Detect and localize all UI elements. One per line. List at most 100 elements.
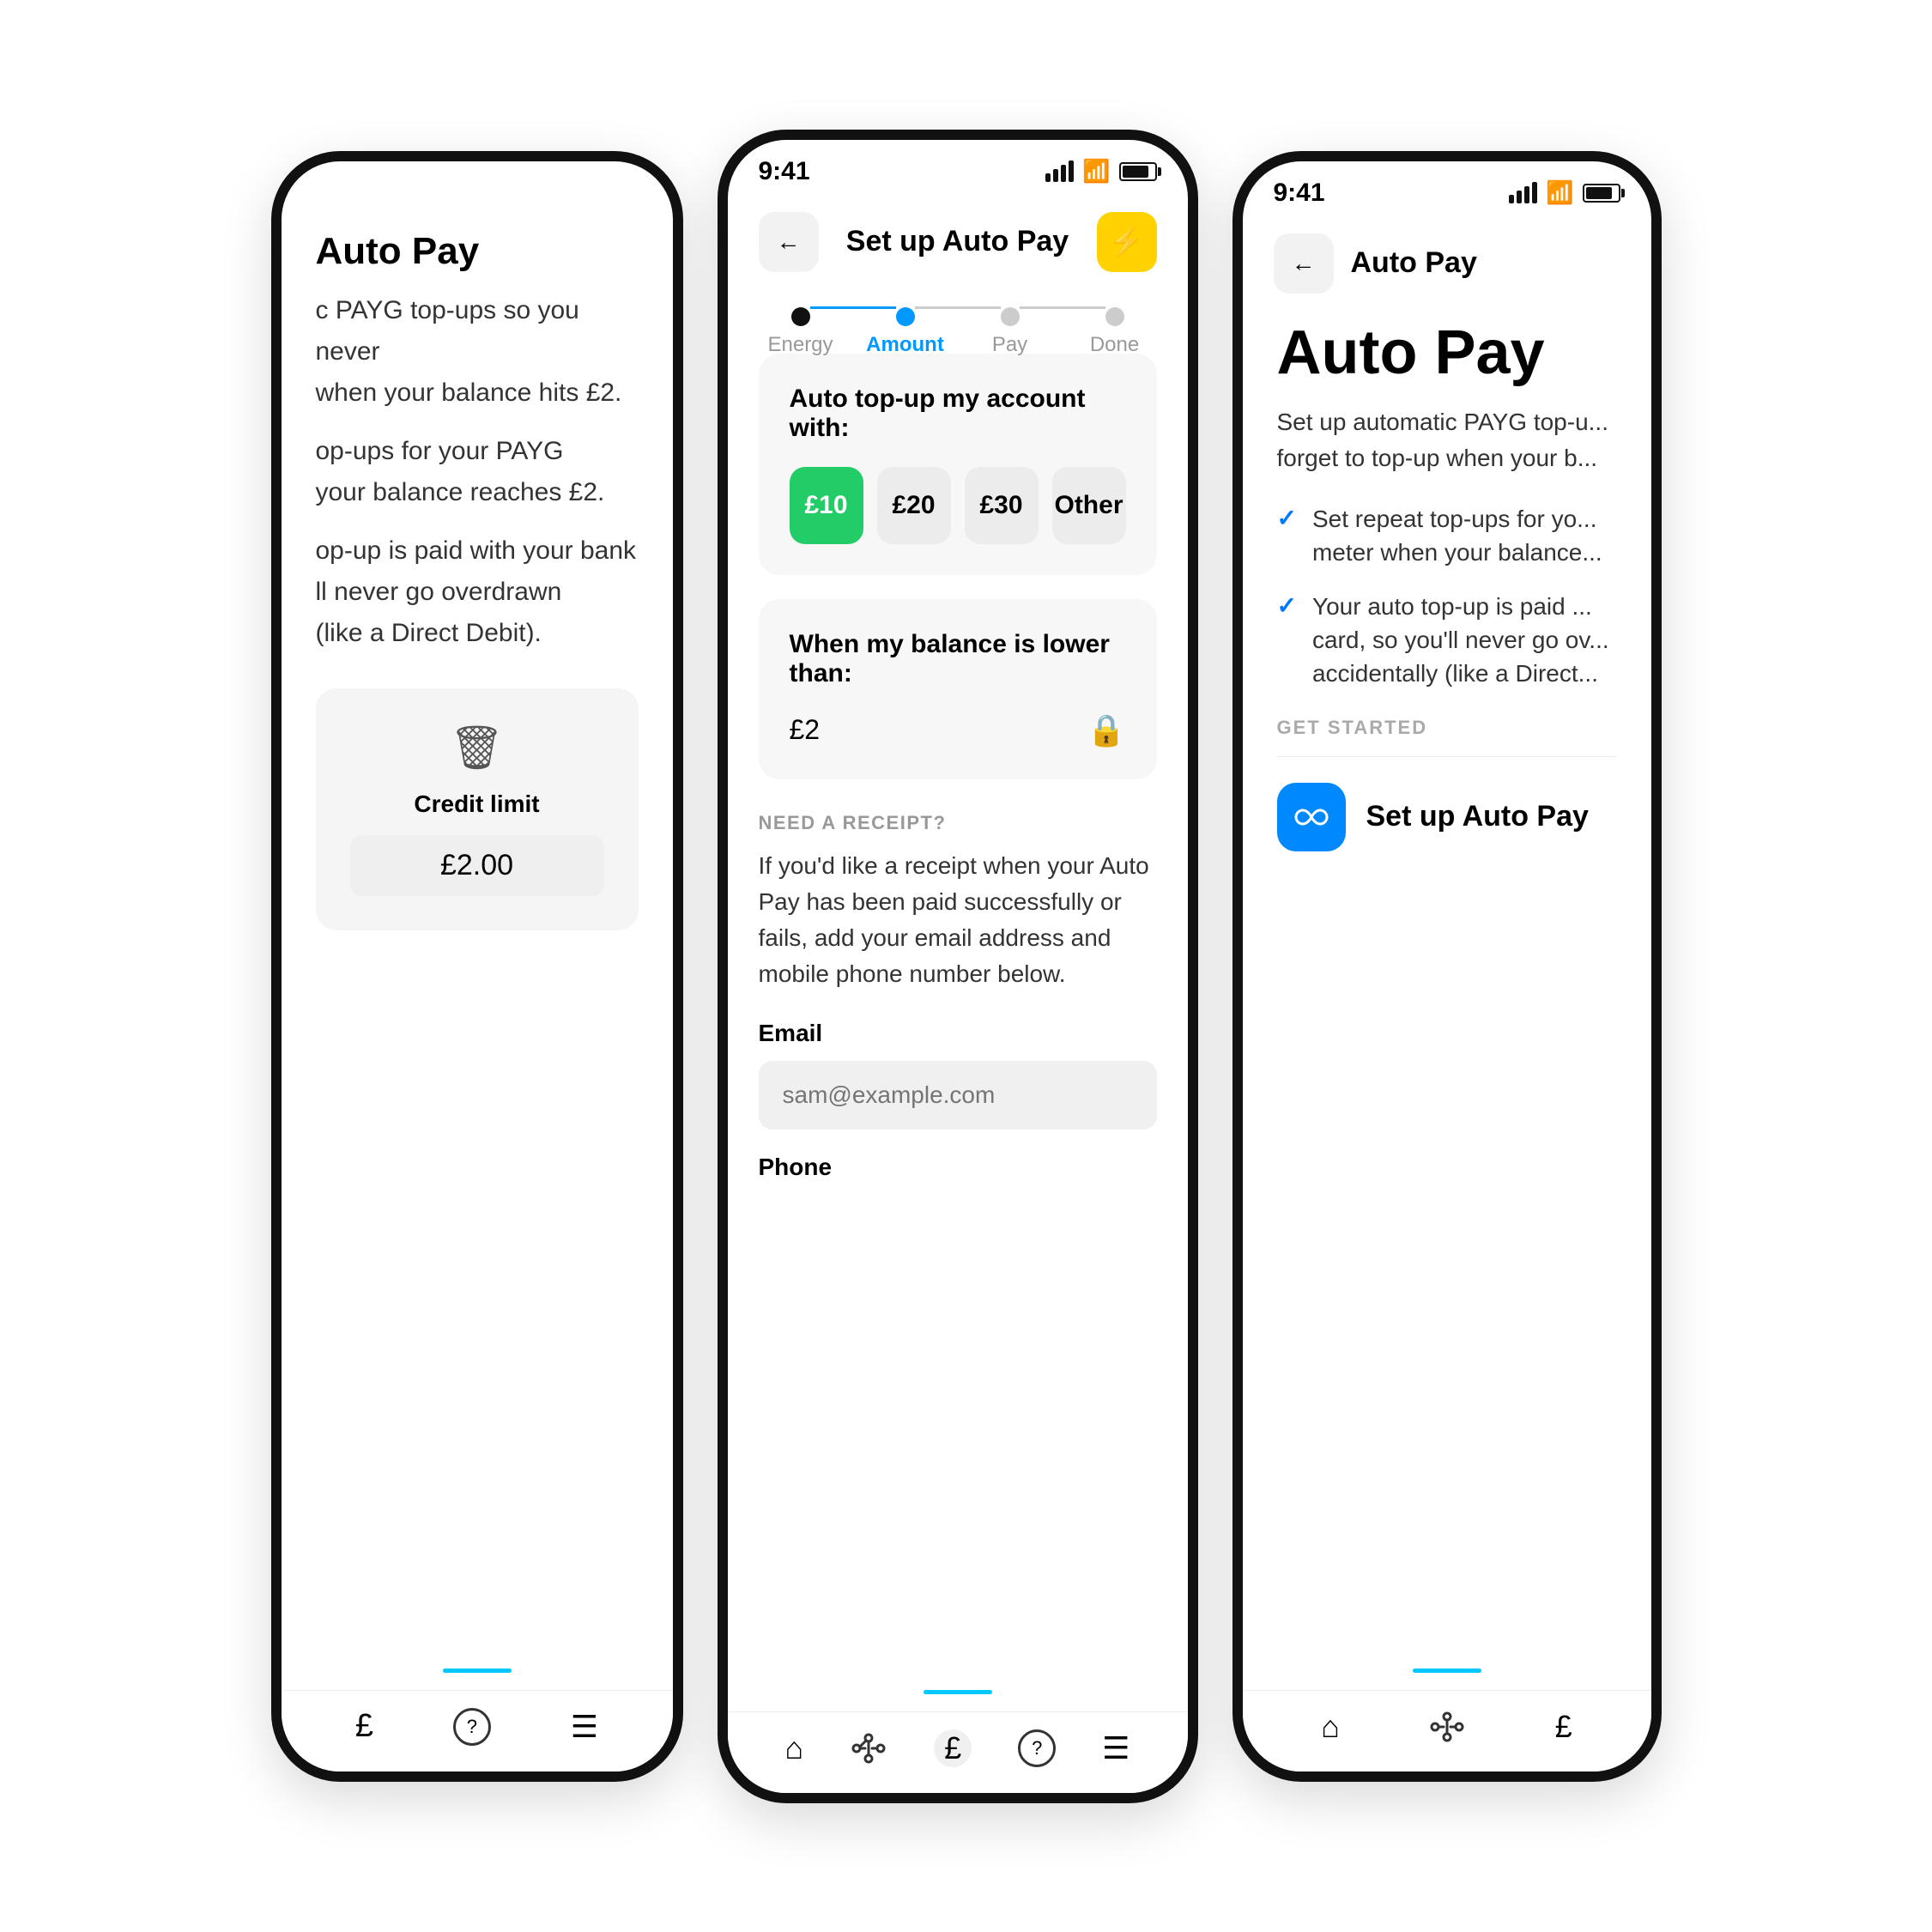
back-button[interactable]: ←: [759, 212, 819, 272]
nav-item-help[interactable]: ?: [453, 1708, 491, 1746]
pound-icon: £: [355, 1708, 373, 1745]
step-dot-done: [1105, 307, 1124, 326]
bottom-nav-right: ⌂ £: [1243, 1690, 1651, 1772]
question-icon: ?: [1018, 1729, 1056, 1767]
check-item-2: ✓ Your auto top-up is paid ...card, so y…: [1277, 590, 1617, 691]
nav-item-menu[interactable]: ☰: [571, 1709, 598, 1745]
amount-other-button[interactable]: Other: [1052, 467, 1126, 544]
setup-autopay-button[interactable]: Set up Auto Pay: [1243, 783, 1651, 851]
amount-10-button[interactable]: £10: [790, 467, 863, 544]
pound-icon-right: £: [1555, 1709, 1572, 1745]
nav-indicator: [924, 1690, 992, 1694]
page-title-right: Auto Pay: [1351, 246, 1477, 280]
network-icon-right: [1428, 1708, 1466, 1746]
email-label: Email: [759, 1020, 1157, 1047]
amount-buttons: £10 £20 £30 Other: [790, 467, 1126, 544]
back-arrow-icon: ←: [777, 228, 801, 256]
back-button-right[interactable]: ←: [1274, 233, 1334, 294]
center-phone: 9:41 📶 ← Set up Auto Pay ⚡: [718, 130, 1198, 1803]
trash-icon: 🗑: [450, 723, 504, 773]
menu-icon: ☰: [1102, 1730, 1130, 1766]
progress-steps: Energy Amount Pay Done: [728, 289, 1188, 354]
status-bar: 9:41 📶: [728, 140, 1188, 195]
signal-icon-right: [1509, 182, 1537, 203]
step-label-done: Done: [1090, 333, 1139, 357]
step-dot-amount: [896, 307, 915, 326]
topup-title: Auto top-up my account with:: [790, 385, 1126, 443]
time: 9:41: [759, 157, 810, 186]
topup-card: Auto top-up my account with: £10 £20 £30…: [759, 354, 1157, 575]
nav-indicator: [443, 1669, 512, 1673]
step-dot-pay: [1001, 307, 1020, 326]
wifi-icon-right: 📶: [1546, 179, 1573, 206]
left-phone: Auto Pay c PAYG top-ups so you neverwhen…: [271, 151, 683, 1782]
setup-btn-label: Set up Auto Pay: [1366, 800, 1589, 833]
phone-label: Phone: [759, 1154, 1157, 1181]
nav-item-network[interactable]: [850, 1729, 887, 1767]
status-icons-right: 📶: [1509, 179, 1620, 206]
step-line-3: [1020, 306, 1105, 309]
time-right: 9:41: [1274, 179, 1325, 208]
back-arrow-icon-right: ←: [1292, 250, 1316, 277]
step-amount: Amount: [896, 307, 915, 326]
left-desc-1: c PAYG top-ups so you neverwhen your bal…: [282, 290, 673, 414]
step-dot-energy: [791, 307, 810, 326]
balance-card: When my balance is lower than: £2 🔒: [759, 599, 1157, 779]
left-page-title: Auto Pay: [282, 213, 673, 290]
nav-item-help[interactable]: ?: [1018, 1729, 1056, 1767]
nav-item-network-right[interactable]: [1428, 1708, 1466, 1746]
right-main-title: Auto Pay: [1243, 311, 1651, 404]
credit-limit-label: Credit limit: [414, 790, 539, 818]
checkmark-1: ✓: [1277, 504, 1297, 569]
nav-item-pound[interactable]: £: [934, 1729, 972, 1767]
main-content: Auto top-up my account with: £10 £20 £30…: [728, 354, 1188, 1203]
home-icon-right: ⌂: [1321, 1709, 1340, 1745]
nav-header: ← Set up Auto Pay ⚡: [728, 195, 1188, 289]
nav-item-home[interactable]: ⌂: [784, 1730, 803, 1766]
receipt-label: NEED A RECEIPT?: [759, 812, 1157, 834]
receipt-desc: If you'd like a receipt when your Auto P…: [759, 848, 1157, 992]
receipt-section: NEED A RECEIPT? If you'd like a receipt …: [759, 803, 1157, 1203]
infinity-icon: [1277, 783, 1346, 851]
amount-30-button[interactable]: £30: [965, 467, 1039, 544]
step-line-2: [915, 306, 1001, 309]
step-label-energy: Energy: [767, 333, 833, 357]
check-text-1: Set repeat top-ups for yo...meter when y…: [1312, 502, 1602, 569]
question-icon: ?: [453, 1708, 491, 1746]
lightning-icon: ⚡: [1108, 225, 1144, 259]
right-description: Set up automatic PAYG top-u...forget to …: [1243, 404, 1651, 476]
check-item-1: ✓ Set repeat top-ups for yo...meter when…: [1277, 502, 1617, 569]
step-pay: Pay: [1001, 307, 1020, 326]
step-label-amount: Amount: [866, 333, 944, 357]
nav-indicator-right: [1413, 1669, 1481, 1673]
bottom-nav: £ ? ☰: [282, 1690, 673, 1772]
wifi-icon: 📶: [1082, 158, 1110, 185]
page-title: Set up Auto Pay: [846, 225, 1069, 258]
battery-icon: [1119, 162, 1157, 181]
balance-row: £2 🔒: [790, 712, 1126, 748]
amount-20-button[interactable]: £20: [877, 467, 951, 544]
right-phone: 9:41 📶 ← Auto Pay Auto Pay Set up automa…: [1232, 151, 1662, 1782]
network-icon: [850, 1729, 887, 1767]
battery-icon-right: [1583, 184, 1620, 203]
nav-item-pound[interactable]: £: [355, 1708, 373, 1745]
bottom-nav: ⌂ £ ? ☰: [728, 1711, 1188, 1793]
home-icon: ⌂: [784, 1730, 803, 1766]
nav-item-home-right[interactable]: ⌂: [1321, 1709, 1340, 1745]
status-bar-right: 9:41 📶: [1243, 161, 1651, 216]
credit-card: 🗑 Credit limit £2.00: [316, 688, 639, 930]
step-energy: Energy: [791, 307, 810, 326]
right-checklist: ✓ Set repeat top-ups for yo...meter when…: [1243, 502, 1651, 691]
step-label-pay: Pay: [992, 333, 1027, 357]
get-started-label: GET STARTED: [1243, 717, 1651, 756]
lock-icon: 🔒: [1087, 712, 1126, 748]
email-input-field[interactable]: [759, 1061, 1157, 1130]
divider: [1277, 756, 1617, 757]
left-desc-2: op-ups for your PAYGyour balance reaches…: [282, 431, 673, 513]
nav-item-menu[interactable]: ☰: [1102, 1730, 1130, 1766]
balance-amount: £2: [790, 714, 821, 746]
email-input[interactable]: [783, 1081, 1133, 1109]
check-text-2: Your auto top-up is paid ...card, so you…: [1312, 590, 1609, 691]
nav-item-pound-right[interactable]: £: [1555, 1709, 1572, 1745]
lightning-button[interactable]: ⚡: [1097, 212, 1157, 272]
